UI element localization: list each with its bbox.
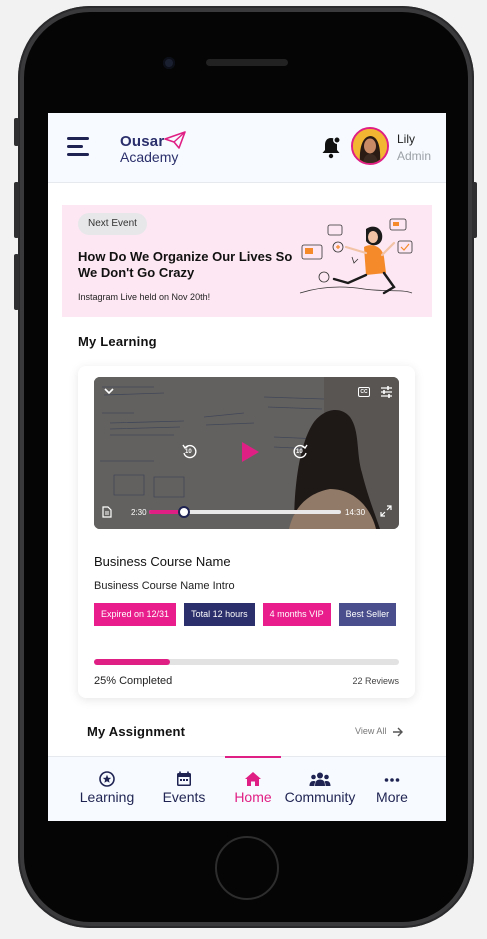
notification-bell-icon[interactable] — [320, 135, 342, 159]
play-icon[interactable] — [240, 441, 260, 463]
fullscreen-icon[interactable] — [380, 505, 392, 517]
transcript-document-icon[interactable] — [102, 506, 112, 518]
event-title: How Do We Organize Our Lives So We Don't… — [78, 249, 293, 280]
nav-label: Events — [162, 789, 206, 805]
course-progress-label: 25% Completed — [94, 675, 173, 687]
nav-item-home[interactable]: Home — [224, 757, 282, 821]
rewind-seconds: 10 — [185, 449, 192, 455]
course-tag: Total 12 hours — [184, 603, 255, 626]
home-hardware-button[interactable] — [215, 836, 279, 900]
paper-plane-icon — [164, 131, 186, 149]
nav-label: More — [376, 789, 408, 805]
course-card[interactable]: CC 10 10 2:30 14:30 Business Course Name… — [78, 366, 415, 698]
video-current-time: 2:30 — [131, 508, 147, 517]
mute-switch — [14, 118, 19, 146]
multitasking-woman-illustration — [299, 218, 413, 295]
hamburger-menu-icon[interactable] — [67, 137, 89, 157]
user-name: Lily — [397, 132, 416, 146]
forward-10-button[interactable]: 10 — [292, 443, 308, 461]
app-screen: Ousar Academy Lily Admin Next Event How … — [48, 113, 446, 821]
collapse-chevron-icon[interactable] — [104, 387, 114, 395]
forward-seconds: 10 — [296, 449, 303, 455]
course-progress-bar — [94, 659, 399, 665]
view-all-assignments-link[interactable]: View All — [355, 726, 404, 737]
course-name: Business Course Name — [94, 554, 231, 569]
volume-down-button — [14, 254, 19, 310]
cc-label: CC — [360, 389, 368, 395]
user-role: Admin — [397, 149, 432, 163]
settings-sliders-icon[interactable] — [380, 386, 393, 398]
logo-text-primary: Ousar — [120, 133, 165, 150]
course-tag: Best Seller — [338, 603, 397, 626]
camera-icon — [163, 57, 175, 69]
video-duration: 14:30 — [345, 508, 366, 517]
course-progress-fill — [94, 659, 171, 665]
nav-label: Home — [234, 789, 272, 805]
event-subtitle: Instagram Live held on Nov 20th! — [78, 292, 211, 302]
home-icon — [245, 772, 261, 786]
ousar-academy-logo[interactable]: Ousar Academy — [120, 131, 190, 167]
nav-label: Community — [284, 789, 356, 805]
course-tags: Expired on 12/31 Total 12 hours 4 months V… — [94, 603, 399, 626]
closed-captions-button[interactable]: CC — [358, 387, 370, 397]
nav-item-learning[interactable]: Learning — [70, 757, 144, 821]
avatar-photo — [353, 129, 387, 163]
volume-up-button — [14, 182, 19, 238]
my-learning-title: My Learning — [78, 334, 157, 349]
nav-item-more[interactable]: More — [366, 757, 418, 821]
course-intro: Business Course Name Intro — [94, 580, 235, 592]
nav-item-community[interactable]: Community — [282, 757, 358, 821]
video-seek-bar[interactable] — [149, 506, 341, 518]
bottom-navigation: Learning Events Home Community More — [48, 756, 446, 821]
rewind-10-button[interactable]: 10 — [182, 443, 198, 461]
arrow-right-icon — [392, 727, 403, 737]
video-seek-handle[interactable] — [177, 506, 190, 518]
next-event-banner[interactable]: Next Event How Do We Organize Our Lives … — [62, 205, 432, 317]
speaker-grille — [206, 59, 288, 66]
next-event-tag: Next Event — [78, 213, 147, 235]
course-tag: 4 months VIP — [262, 603, 331, 626]
people-icon — [309, 772, 331, 786]
course-video-player[interactable]: CC 10 10 2:30 14:30 — [94, 377, 399, 529]
calendar-icon — [177, 771, 191, 786]
course-tag: Expired on 12/31 — [94, 603, 177, 626]
power-button — [472, 182, 477, 238]
more-dots-icon — [384, 778, 400, 782]
my-assignment-title: My Assignment — [87, 724, 186, 739]
course-reviews-count[interactable]: 22 Reviews — [335, 676, 399, 686]
star-badge-icon — [99, 771, 115, 787]
user-avatar[interactable] — [351, 127, 389, 165]
nav-label: Learning — [79, 789, 135, 805]
app-header: Ousar Academy Lily Admin — [48, 113, 446, 183]
nav-item-events[interactable]: Events — [152, 757, 216, 821]
logo-text-secondary: Academy — [120, 149, 179, 165]
view-all-label: View All — [355, 726, 387, 736]
